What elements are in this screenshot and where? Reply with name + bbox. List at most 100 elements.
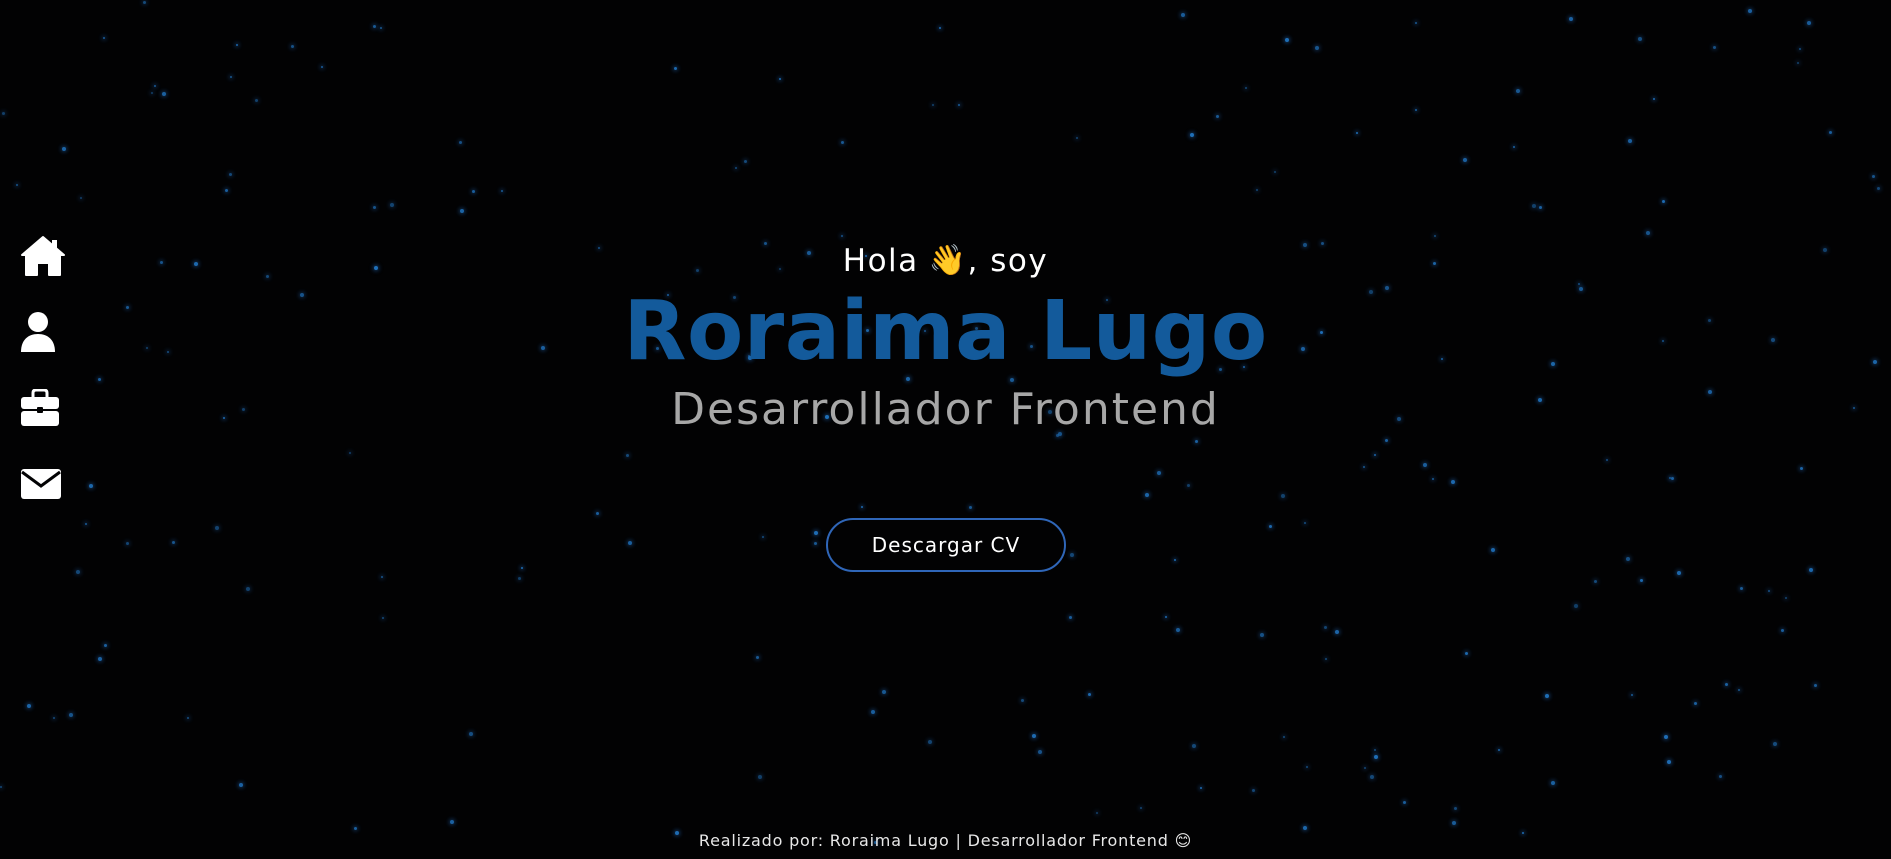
star-dot [1157, 471, 1161, 475]
star-dot [1434, 235, 1436, 237]
star-dot [1669, 477, 1671, 479]
star-dot [1748, 9, 1752, 13]
star-dot [1626, 557, 1630, 561]
star-dot [291, 45, 294, 48]
star-dot [758, 775, 762, 779]
greeting: Hola 👋 , soy [843, 238, 1048, 284]
star-dot [1021, 699, 1024, 702]
star-dot [1403, 801, 1406, 804]
star-dot [1491, 548, 1495, 552]
star-dot [1807, 21, 1811, 25]
star-dot [1187, 484, 1190, 487]
star-dot [1773, 742, 1777, 746]
star-dot [1181, 13, 1185, 17]
star-dot [0, 786, 2, 788]
star-dot [1374, 454, 1376, 456]
star-dot [1303, 826, 1307, 830]
star-dot [1814, 684, 1817, 687]
star-dot [1606, 459, 1608, 461]
star-dot [1374, 749, 1376, 751]
star-dot [1694, 702, 1697, 705]
star-dot [1463, 158, 1467, 162]
nav-item-contact[interactable] [20, 462, 66, 506]
star-dot [1315, 46, 1319, 50]
star-dot [472, 190, 475, 193]
star-dot [1252, 789, 1255, 792]
star-dot [1594, 580, 1597, 583]
star-dot [1513, 146, 1515, 148]
star-dot [225, 189, 228, 192]
star-dot [239, 783, 243, 787]
star-dot [626, 454, 629, 457]
star-dot [841, 235, 843, 237]
star-dot [1283, 736, 1285, 738]
star-dot [1653, 98, 1655, 100]
star-dot [1829, 131, 1832, 134]
star-dot [1324, 626, 1327, 629]
star-dot [321, 66, 323, 68]
star-dot [814, 531, 818, 535]
star-dot [76, 570, 80, 574]
star-dot [1256, 189, 1258, 191]
star-dot [1662, 200, 1665, 203]
star-dot [469, 732, 473, 736]
star-dot [349, 452, 351, 454]
star-dot [151, 92, 153, 94]
download-cv-button[interactable]: Descargar CV [826, 518, 1066, 572]
star-dot [1096, 812, 1098, 814]
star-dot [762, 536, 764, 538]
star-dot [1638, 37, 1642, 41]
envelope-icon [20, 468, 62, 500]
star-dot [1671, 477, 1674, 480]
star-dot [735, 167, 737, 169]
star-dot [143, 1, 146, 4]
star-dot [382, 617, 384, 619]
star-dot [1516, 89, 1520, 93]
star-dot [1646, 231, 1650, 235]
star-dot [521, 567, 523, 569]
greeting-suffix: , soy [967, 243, 1049, 279]
star-dot [1145, 493, 1149, 497]
star-dot [246, 587, 250, 591]
star-dot [518, 577, 521, 580]
star-dot [450, 820, 454, 824]
star-dot [1370, 775, 1374, 779]
star-dot [1545, 694, 1549, 698]
star-dot [1176, 628, 1180, 632]
star-dot [354, 827, 357, 830]
star-dot [1174, 559, 1176, 561]
star-dot [744, 160, 747, 163]
star-dot [1667, 760, 1671, 764]
star-dot [1069, 616, 1072, 619]
star-dot [1532, 204, 1536, 208]
star-dot [1677, 571, 1681, 575]
star-dot [85, 523, 87, 525]
star-dot [1569, 17, 1573, 21]
star-dot [255, 99, 258, 102]
star-dot [958, 104, 960, 106]
star-dot [1781, 629, 1784, 632]
job-title: Desarrollador Frontend [671, 384, 1220, 435]
star-dot [229, 173, 232, 176]
star-dot [1269, 525, 1272, 528]
star-dot [1785, 597, 1787, 599]
star-dot [1719, 775, 1722, 778]
star-dot [674, 67, 677, 70]
star-dot [871, 710, 875, 714]
waving-hand-icon: 👋 [928, 243, 968, 278]
star-dot [1192, 744, 1196, 748]
star-dot [1195, 440, 1198, 443]
star-dot [1281, 494, 1285, 498]
star-dot [69, 713, 73, 717]
star-dot [53, 717, 55, 719]
star-dot [1415, 22, 1417, 24]
greeting-text: Hola [842, 243, 919, 279]
star-dot [1245, 87, 1247, 89]
star-dot [162, 92, 166, 96]
star-dot [390, 203, 394, 207]
star-dot [27, 704, 31, 708]
star-dot [841, 141, 844, 144]
star-dot [373, 25, 376, 28]
star-dot [1165, 616, 1167, 618]
star-dot [1216, 115, 1219, 118]
